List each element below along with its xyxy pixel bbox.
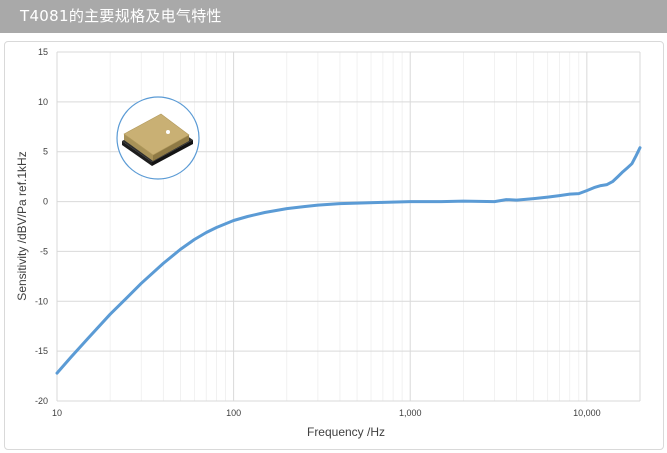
y-tick-label: -15 — [35, 346, 48, 356]
x-tick-label: 10 — [52, 408, 62, 418]
y-tick-label: 0 — [43, 197, 48, 207]
x-tick-label: 10,000 — [573, 408, 601, 418]
y-tick-labels: 15 10 5 0 -5 -10 -15 -20 — [35, 47, 48, 406]
product-microphone-image — [116, 96, 200, 180]
frequency-response-chart: 15 10 5 0 -5 -10 -15 -20 10 100 1,000 10,000 Frequ… — [15, 47, 642, 439]
x-axis-label: Frequency /Hz — [307, 425, 385, 439]
y-tick-label: 10 — [38, 97, 48, 107]
y-tick-label: -10 — [35, 296, 48, 306]
x-tick-labels: 10 100 1,000 10,000 — [52, 408, 601, 418]
x-tick-label: 1,000 — [399, 408, 422, 418]
y-tick-label: 5 — [43, 147, 48, 157]
x-tick-label: 100 — [226, 408, 241, 418]
series-layer — [55, 146, 642, 375]
y-tick-label: -5 — [40, 246, 48, 256]
y-axis-label: Sensitivity /dBV/Pa ref.1kHz — [15, 151, 29, 300]
sensitivity-curve — [55, 146, 642, 375]
y-tick-label: 15 — [38, 47, 48, 57]
y-tick-label: -20 — [35, 396, 48, 406]
